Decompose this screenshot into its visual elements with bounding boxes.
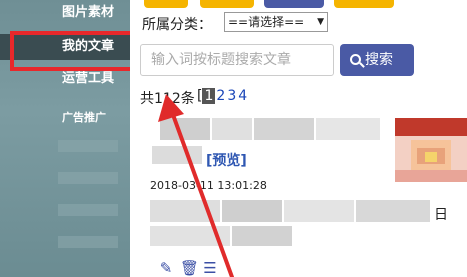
main-content: 所属分类： ==请选择== ▼ 输入词按标题搜索文章 搜索 共112条 [1 2 3…: [130, 0, 467, 277]
search-input[interactable]: 输入词按标题搜索文章: [140, 44, 334, 76]
search-placeholder: 输入词按标题搜索文章: [151, 52, 291, 68]
page-link-4[interactable]: 4: [237, 88, 248, 104]
blurred-nav-item: [58, 172, 118, 184]
summary-fragment: 日: [434, 207, 448, 223]
blurred-title: [316, 118, 380, 140]
chevron-down-icon: ▼: [317, 17, 324, 27]
sidebar-item-image-material[interactable]: 图片素材: [0, 0, 130, 26]
blurred-title: [160, 118, 210, 140]
sidebar-item-label: 广告推广: [62, 111, 106, 124]
page-link-3[interactable]: 3: [226, 88, 237, 104]
sidebar-item-label: 图片素材: [62, 5, 115, 20]
article-thumbnail[interactable]: [395, 118, 467, 182]
category-label: 所属分类：: [142, 17, 212, 33]
blurred-nav-item: [58, 140, 118, 152]
edit-icon[interactable]: ✎: [158, 260, 174, 277]
top-tab-blue[interactable]: [264, 0, 324, 8]
blurred-title: [254, 118, 314, 140]
preview-link[interactable]: [预览]: [206, 150, 247, 170]
search-button-label: 搜索: [365, 52, 393, 68]
page-link-2[interactable]: 2: [215, 88, 226, 104]
result-count: 共112条: [140, 91, 195, 107]
blurred-title: [152, 146, 202, 164]
magnifier-icon: [350, 54, 361, 65]
top-tab-yellow[interactable]: [200, 0, 254, 8]
list-icon[interactable]: ☰: [202, 260, 218, 277]
top-tab-yellow[interactable]: [334, 0, 394, 8]
article-actions: ✎ 🗑 ☰: [158, 260, 218, 277]
select-value: ==请选择==: [228, 15, 305, 29]
highlight-box: [10, 31, 150, 71]
trash-icon[interactable]: 🗑: [180, 260, 199, 277]
pagination: [1 2 3 4: [197, 88, 248, 104]
article-date: 2018-03-11 13:01:28: [150, 179, 267, 192]
sidebar-item-label: 运营工具: [62, 71, 115, 86]
blurred-summary: [356, 200, 430, 222]
blurred-summary: [150, 226, 230, 246]
search-button[interactable]: 搜索: [340, 44, 414, 76]
blurred-summary: [150, 200, 220, 222]
top-tab-yellow[interactable]: [144, 0, 188, 8]
page-link-1[interactable]: 1: [202, 88, 216, 104]
blurred-nav-item: [58, 204, 118, 216]
blurred-summary: [232, 226, 292, 246]
category-select[interactable]: ==请选择== ▼: [224, 12, 328, 32]
blurred-title: [212, 118, 252, 140]
blurred-nav-item: [58, 236, 118, 248]
blurred-summary: [284, 200, 354, 222]
blurred-summary: [222, 200, 282, 222]
thumbnail-image: [395, 118, 467, 182]
sidebar-item-advertising[interactable]: 广告推广: [0, 105, 130, 131]
